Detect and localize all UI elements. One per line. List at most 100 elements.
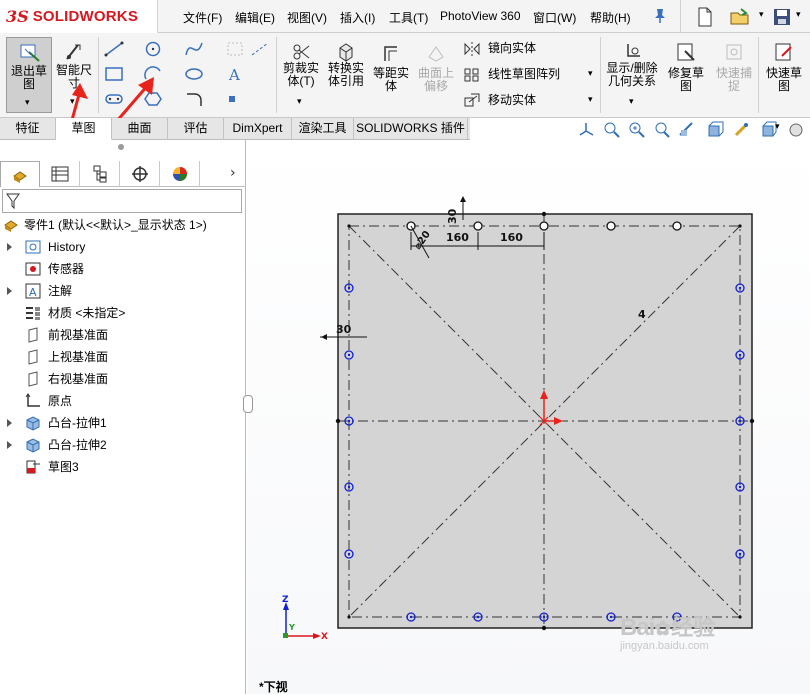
menu-tools[interactable]: 工具(T) (389, 9, 428, 26)
ellipse-tool-icon[interactable] (184, 66, 204, 82)
section-view-icon[interactable] (678, 121, 695, 138)
tree-item-sensors[interactable]: 传感器 (0, 259, 240, 279)
tab-render-tools[interactable]: 渲染工具 (292, 118, 354, 140)
plane-icon (28, 349, 38, 365)
expand-arrow-icon[interactable] (7, 419, 12, 427)
tab-dimxpert[interactable]: DimXpert (224, 118, 292, 140)
repair-sketch-button[interactable]: 修复草 图 (664, 37, 708, 113)
point-tool-icon[interactable] (226, 93, 238, 105)
quick-snaps-label: 快速捕 捉 (715, 66, 752, 93)
tab-features[interactable]: 特征 (0, 118, 56, 140)
dimension-top-offset[interactable]: 30 (446, 208, 459, 224)
trim-label: 剪裁实 体(T) (282, 61, 319, 88)
tab-display-manager[interactable] (160, 161, 200, 187)
menu-window[interactable]: 窗口(W) (533, 9, 576, 26)
menu-view[interactable]: 视图(V) (287, 9, 327, 26)
move-entities-button[interactable]: 移动实体 (488, 94, 536, 107)
sketch-circle (606, 221, 616, 231)
offset-entities-button[interactable]: 等距实 体 (370, 37, 412, 113)
quick-snaps-icon (726, 44, 742, 60)
menu-help[interactable]: 帮助(H) (590, 9, 631, 26)
tree-item-boss-extrude-2[interactable]: 凸台-拉伸2 (0, 435, 240, 455)
centerline-tool-icon[interactable] (250, 41, 270, 57)
material-icon (26, 307, 40, 320)
tree-item-origin[interactable]: 原点 (0, 391, 240, 411)
exit-sketch-button[interactable]: 退出草 图 ▾ (6, 37, 52, 113)
open-folder-icon[interactable] (729, 6, 751, 28)
expand-arrow-icon[interactable] (7, 287, 12, 295)
chevron-down-icon[interactable]: ▾ (775, 122, 780, 132)
trim-entities-button[interactable]: 剪裁实 体(T) ▾ (280, 37, 322, 113)
appearance-sphere-icon (172, 167, 187, 181)
chevron-down-icon[interactable]: ▾ (588, 95, 593, 105)
tree-item-top-plane[interactable]: 上视基准面 (0, 347, 240, 367)
origin-icon (25, 393, 40, 407)
pin-icon[interactable] (653, 8, 667, 24)
tree-item-label: 草图3 (48, 460, 79, 474)
menu-edit[interactable]: 编辑(E) (235, 9, 275, 26)
zoom-to-fit-icon[interactable] (603, 121, 620, 138)
edit-appearance-icon[interactable] (788, 121, 805, 138)
chevron-down-icon[interactable]: ▾ (297, 97, 302, 107)
expand-arrow-icon[interactable] (7, 243, 12, 251)
mirror-entities-button[interactable]: 镜向实体 (488, 42, 536, 55)
view-orientation-icon[interactable] (578, 121, 595, 138)
tree-item-label: 传感器 (48, 262, 85, 276)
panel-grip[interactable] (118, 144, 124, 150)
save-icon[interactable] (771, 6, 793, 28)
paw-icon: ✿ (654, 618, 672, 640)
menu-file[interactable]: 文件(F) (183, 9, 222, 26)
tree-item-label: 上视基准面 (48, 350, 109, 364)
tab-feature-manager[interactable] (0, 161, 40, 187)
tab-dimxpert-manager[interactable] (120, 161, 160, 187)
filter-bar[interactable] (2, 189, 242, 213)
tree-item-boss-extrude-1[interactable]: 凸台-拉伸1 (0, 413, 240, 433)
display-delete-relations-button[interactable]: 显示/删除 几何关系 ▾ (603, 37, 661, 113)
tree-item-right-plane[interactable]: 右视基准面 (0, 369, 240, 389)
linear-pattern-button[interactable]: 线性草图阵列 (488, 68, 560, 81)
display-style-icon[interactable] (733, 121, 750, 138)
sketch-circle (539, 221, 549, 231)
chevron-down-icon[interactable]: ▾ (588, 69, 593, 79)
dimension-side-offset[interactable]: 30 (336, 323, 352, 336)
spline-tool-icon[interactable] (184, 41, 204, 57)
tree-item-sketch-3[interactable]: 草图3 (0, 457, 240, 477)
menu-photoview[interactable]: PhotoView 360 (440, 9, 521, 23)
tab-surfaces[interactable]: 曲面 (112, 118, 168, 140)
rapid-sketch-button[interactable]: 快速草 图 (762, 37, 806, 113)
fillet-tool-icon[interactable] (184, 91, 204, 107)
tab-solidworks-addins[interactable]: SOLIDWORKS 插件 (354, 118, 468, 140)
tree-item-front-plane[interactable]: 前视基准面 (0, 325, 240, 345)
circle-tool-icon[interactable] (143, 41, 163, 57)
rapid-sketch-label: 快速草 图 (765, 66, 802, 93)
repair-sketch-icon (677, 43, 695, 61)
view-selector-icon[interactable] (707, 121, 724, 138)
menu-insert[interactable]: 插入(I) (340, 9, 375, 26)
dimension-spacing[interactable]: 160 (446, 231, 469, 244)
convert-entities-button[interactable]: 转换实 体引用 (324, 37, 368, 113)
previous-view-icon[interactable] (653, 121, 670, 138)
zoom-to-area-icon[interactable] (628, 121, 645, 138)
sketch-canvas[interactable]: 30 160 160 ⌀20 30 4 Z Y X (247, 140, 810, 694)
tree-item-history[interactable]: History (0, 237, 240, 257)
new-document-icon[interactable] (694, 6, 716, 28)
triad-x-label: X (321, 632, 328, 642)
tree-item-annotations[interactable]: A 注解 (0, 281, 240, 301)
tab-configuration-manager[interactable] (80, 161, 120, 187)
expand-arrow-icon[interactable] (7, 441, 12, 449)
chevron-right-icon[interactable]: › (230, 165, 236, 181)
tab-sketch[interactable]: 草图 (56, 118, 112, 140)
text-tool-icon[interactable]: A (226, 66, 244, 82)
tree-item-material[interactable]: 材质 <未指定> (0, 303, 240, 323)
ds-logo-icon: 3S (6, 7, 29, 26)
chevron-down-icon[interactable]: ▾ (25, 98, 30, 108)
chevron-down-icon[interactable]: ▾ (629, 97, 634, 107)
solidworks-logo[interactable]: 3S SOLIDWORKS (0, 0, 158, 33)
dimension-spacing[interactable]: 160 (500, 231, 523, 244)
line-tool-icon[interactable] (104, 41, 124, 57)
chevron-down-icon[interactable]: ▾ (796, 10, 801, 20)
baidu-watermark: Bai✿经验 jingyan.baidu.com (620, 614, 716, 652)
tab-evaluate[interactable]: 评估 (168, 118, 224, 140)
chevron-down-icon[interactable]: ▾ (759, 10, 764, 20)
tab-property-manager[interactable] (40, 161, 80, 187)
